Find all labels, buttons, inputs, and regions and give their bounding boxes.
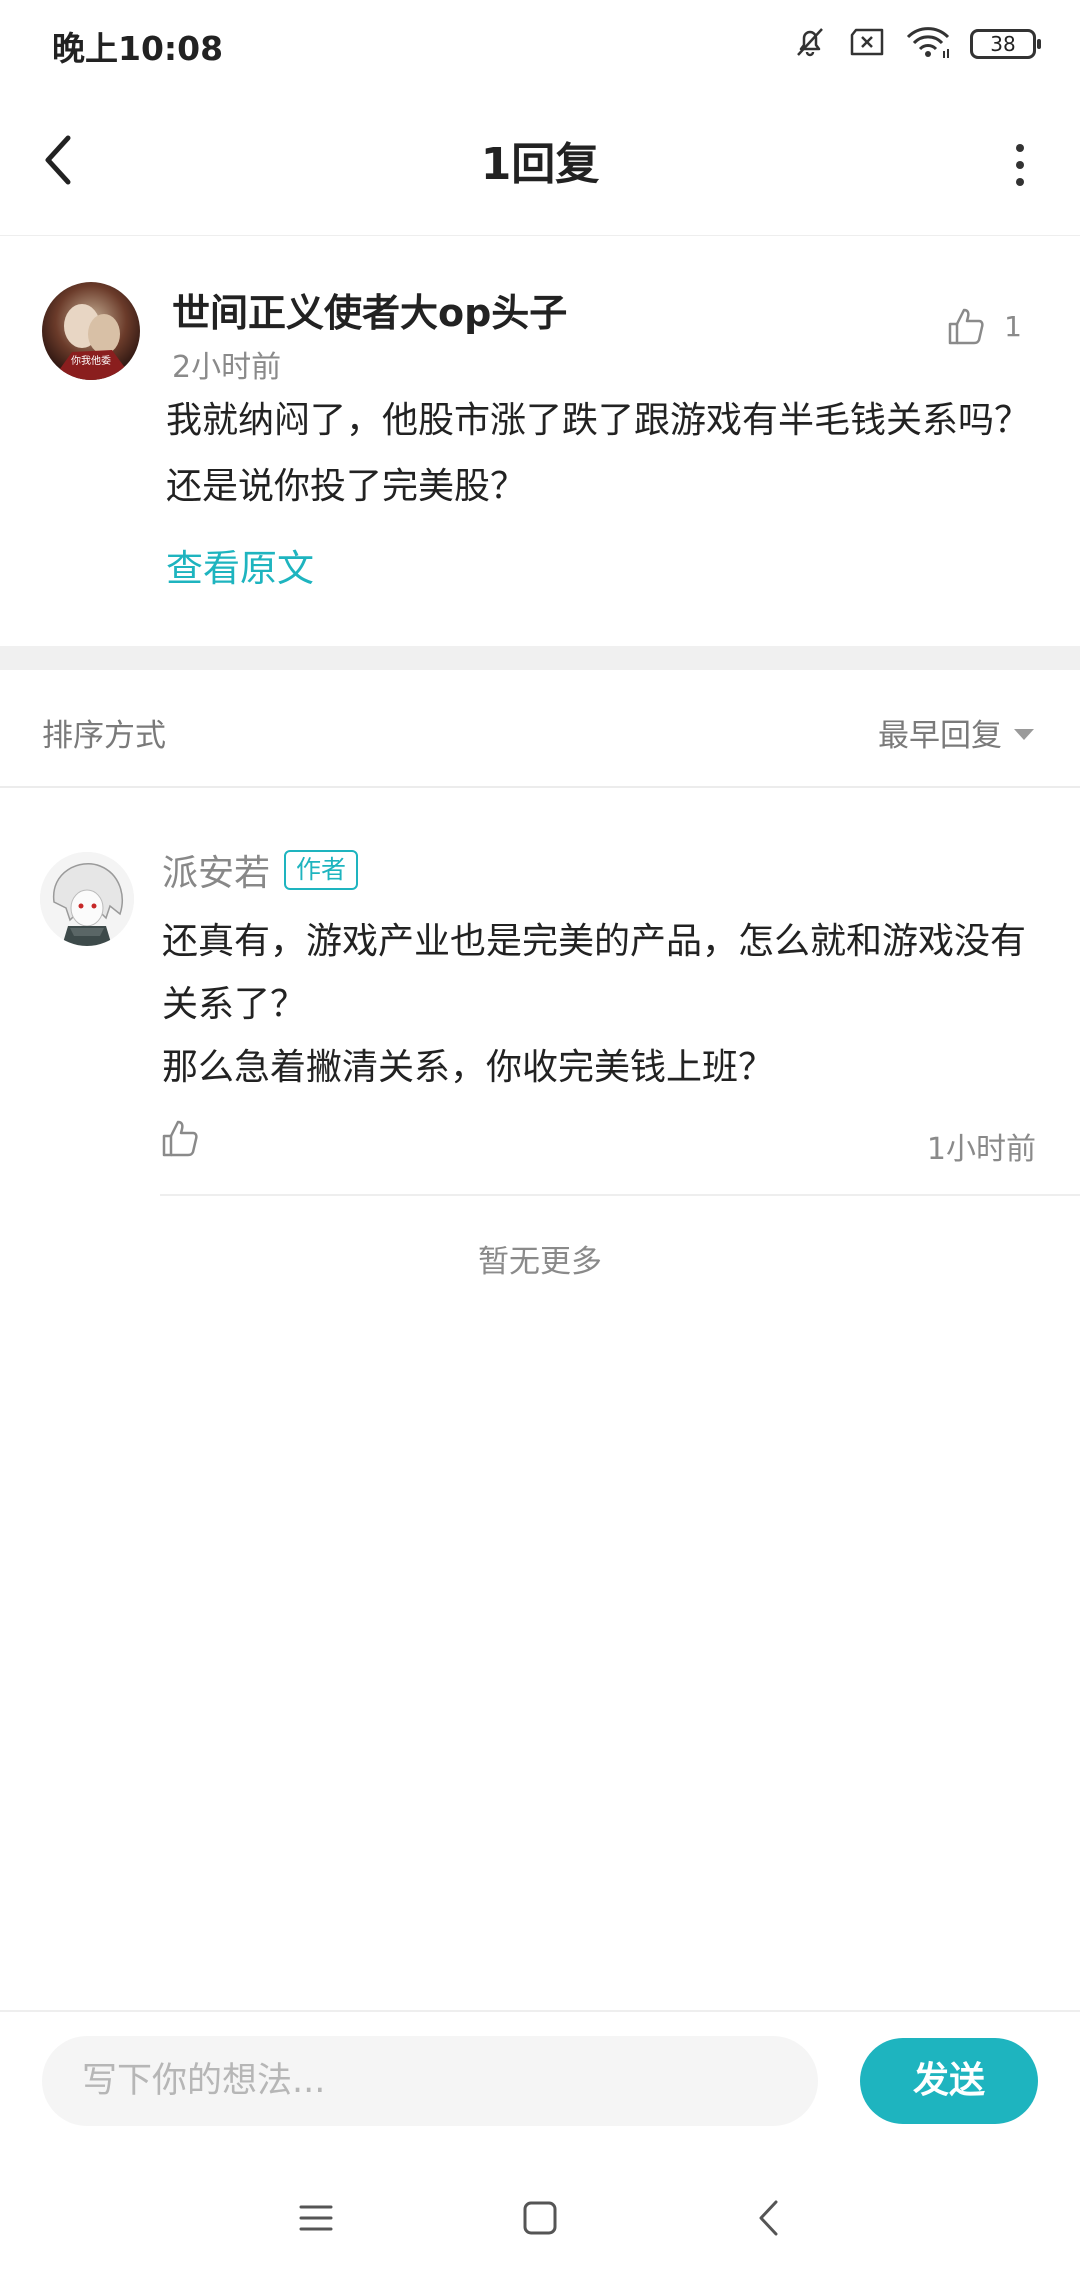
- reply-line: 还真有，游戏产业也是完美的产品，怎么就和游戏没有关系了？: [162, 921, 1027, 1025]
- sort-label: 排序方式: [42, 718, 166, 754]
- status-bar: 晚上10:08 38: [0, 0, 1080, 90]
- home-button[interactable]: [510, 2188, 570, 2248]
- svg-text:你我他委: 你我他委: [71, 354, 111, 367]
- menu-icon: [299, 2205, 333, 2231]
- sort-bar: 排序方式 最早回复: [0, 670, 1080, 788]
- system-nav-bar: [0, 2150, 1080, 2280]
- send-button[interactable]: 发送: [860, 2038, 1038, 2124]
- reply-time: 1小时前: [926, 1132, 1036, 1167]
- sim-error-icon: [848, 27, 886, 61]
- chevron-left-icon: [759, 2200, 778, 2236]
- comment-author[interactable]: 世间正义使者大op头子: [172, 282, 567, 337]
- like-count: 1: [1004, 309, 1022, 343]
- reply-line: 那么急着撇清关系，你收完美钱上班？: [162, 1047, 775, 1088]
- comment-input[interactable]: [42, 2036, 818, 2126]
- more-vertical-icon: [1016, 144, 1024, 186]
- original-comment: 你我他委 世间正义使者大op头子 2小时前 1 我就纳闷了，他股市涨了跌了跟游戏…: [0, 236, 1080, 646]
- sort-selected-value: 最早回复: [878, 718, 1002, 754]
- battery-icon: 38: [970, 29, 1041, 59]
- compose-bar: 发送: [0, 2010, 1080, 2152]
- reply-author-row: 派安若 作者: [162, 844, 359, 896]
- comment-content: 我就纳闷了，他股市涨了跌了跟游戏有半毛钱关系吗？还是说你投了完美股？: [166, 400, 1031, 507]
- divider: [160, 1194, 1080, 1196]
- comment-time: 2小时前: [172, 350, 282, 385]
- square-icon: [523, 2201, 557, 2235]
- avatar[interactable]: 你我他委: [42, 282, 140, 380]
- avatar[interactable]: [40, 852, 134, 946]
- reply-content: 还真有，游戏产业也是完美的产品，怎么就和游戏没有关系了？ 那么急着撇清关系，你收…: [162, 910, 1052, 1099]
- system-back-button[interactable]: [738, 2188, 798, 2248]
- caret-down-icon: [1014, 729, 1034, 740]
- sort-dropdown[interactable]: 最早回复: [878, 710, 1034, 755]
- bell-off-icon: [792, 24, 828, 64]
- like-button[interactable]: [160, 1118, 200, 1162]
- wifi-icon: [906, 25, 950, 63]
- view-original-link[interactable]: 查看原文: [166, 538, 314, 592]
- status-icons: 38: [792, 24, 1041, 64]
- more-options-button[interactable]: [1000, 130, 1050, 200]
- author-badge: 作者: [284, 850, 359, 890]
- no-more-text: 暂无更多: [478, 1244, 602, 1280]
- like-button[interactable]: 1: [946, 306, 1022, 346]
- top-app-bar: 1回复: [0, 90, 1080, 236]
- recents-button[interactable]: [286, 2188, 346, 2248]
- reply-author[interactable]: 派安若: [162, 844, 270, 896]
- thumbs-up-icon: [162, 1120, 198, 1157]
- section-divider: [0, 646, 1080, 670]
- thumbs-up-icon: [948, 308, 984, 345]
- reply-item: 派安若 作者 还真有，游戏产业也是完美的产品，怎么就和游戏没有关系了？ 那么急着…: [0, 788, 1080, 1196]
- status-time: 晚上10:08: [52, 29, 224, 68]
- page-title: 1回复: [480, 139, 600, 190]
